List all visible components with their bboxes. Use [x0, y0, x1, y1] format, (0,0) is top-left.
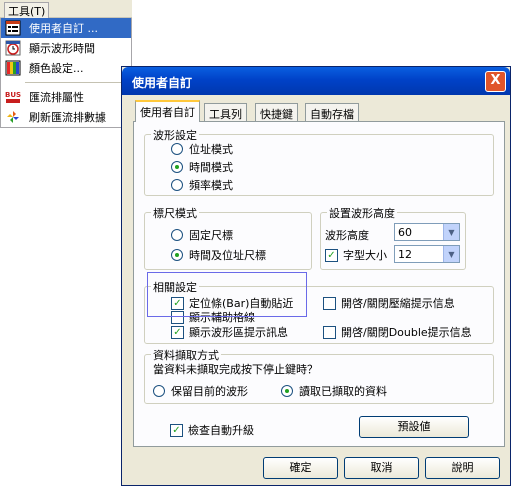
checkbox-box [323, 325, 336, 339]
menu-item-label: 顯示波形時間 [29, 42, 95, 55]
menu-item-label: 顏色設定... [29, 62, 84, 75]
help-button[interactable]: 說明 [425, 457, 500, 479]
ruler-group-title: 標尺模式 [151, 205, 199, 221]
menu-item-label: 匯流排屬性 [29, 91, 84, 104]
radio-dot [171, 179, 183, 191]
close-icon: X [490, 73, 501, 88]
defaults-button[interactable]: 預設値 [359, 416, 469, 438]
close-button[interactable]: X [485, 71, 506, 92]
font-size-select[interactable]: 12 ▼ [394, 245, 460, 263]
capture-group: 資料擷取方式 當資料未擷取完成按下停止鍵時？ 保留目前的波形 讀取已擷取的資料 [144, 347, 494, 404]
checkbox-box: ✓ [171, 325, 184, 339]
radio-dot [171, 143, 183, 155]
tools-menu: 使用者自訂 ... 顯示波形時間 顏色設定... BUS 匯流排屬性 刷新匯流排… [0, 18, 132, 128]
menu-separator [25, 82, 129, 83]
checkbox-label: 檢查自動升級 [188, 424, 254, 437]
height-select[interactable]: 60 ▼ [394, 223, 460, 241]
auto-upgrade-checkbox[interactable]: ✓ 檢查自動升級 [170, 422, 254, 438]
palette-icon [5, 60, 21, 76]
refresh-icon [7, 111, 19, 123]
checkbox-label: 開啓/關閉壓縮提示信息 [341, 297, 455, 310]
menu-item-customize[interactable]: 使用者自訂 ... [1, 18, 131, 38]
cancel-button[interactable]: 取消 [344, 457, 419, 479]
radio-frequency-mode[interactable]: 頻率模式 [171, 177, 233, 193]
menu-item-bus-properties[interactable]: BUS 匯流排屬性 [1, 87, 131, 107]
menu-item-label: 刷新匯流排數據 [29, 111, 106, 124]
radio-dot [153, 385, 165, 397]
dialog-titlebar[interactable]: 使用者自訂 X [122, 67, 510, 95]
chevron-down-icon[interactable]: ▼ [443, 246, 459, 262]
capture-question: 當資料未擷取完成按下停止鍵時？ [153, 363, 318, 376]
radio-label: 位址模式 [189, 143, 233, 156]
svg-text:BUS: BUS [5, 91, 21, 99]
radio-label: 頻率模式 [189, 179, 233, 192]
radio-label: 時間模式 [189, 161, 233, 174]
bus-icon: BUS [5, 91, 21, 103]
menu-item-refresh-bus[interactable]: 刷新匯流排數據 [1, 107, 131, 127]
tab-panel: 波形設定 位址模式 時間模式 頻率模式 標尺模式 固定尺標 時間及位址尺標 設置… [133, 121, 505, 447]
checkbox-box: ✓ [170, 423, 183, 437]
checkbox-label: 開啓/關閉Double提示信息 [341, 326, 472, 339]
double-hint-checkbox[interactable]: 開啓/關閉Double提示信息 [323, 324, 472, 340]
radio-label: 讀取已擷取的資料 [299, 385, 387, 398]
font-size-value: 12 [398, 247, 412, 261]
menu-item-label: 使用者自訂 ... [29, 22, 98, 35]
font-size-label: 字型大小 [343, 249, 387, 262]
radio-read-captured[interactable]: 讀取已擷取的資料 [281, 383, 387, 399]
tab-autosave[interactable]: 自動存檔 [305, 103, 359, 121]
radio-time-mode[interactable]: 時間模式 [171, 159, 233, 175]
radio-dot [171, 249, 183, 261]
chevron-down-icon[interactable]: ▼ [443, 224, 459, 240]
font-size-checkbox[interactable]: ✓ 字型大小 [325, 247, 387, 263]
radio-address-mode[interactable]: 位址模式 [171, 141, 233, 157]
menubar: 工具(T) [0, 0, 132, 20]
tab-customize[interactable]: 使用者自訂 [135, 100, 200, 122]
clock-icon [5, 40, 21, 56]
focus-highlight [147, 272, 307, 317]
menu-item-show-time[interactable]: 顯示波形時間 [1, 38, 131, 58]
radio-keep-waveform[interactable]: 保留目前的波形 [153, 383, 248, 399]
height-group: 設置波形高度 波形高度 60 ▼ ✓ 字型大小 12 ▼ [320, 205, 466, 270]
checkbox-label: 顯示波形區提示訊息 [189, 326, 288, 339]
ruler-group: 標尺模式 固定尺標 時間及位址尺標 [144, 205, 312, 270]
compress-hint-checkbox[interactable]: 開啓/關閉壓縮提示信息 [323, 295, 455, 311]
radio-time-address-ruler[interactable]: 時間及位址尺標 [171, 247, 266, 263]
radio-dot [171, 229, 183, 241]
ok-button[interactable]: 確定 [263, 457, 338, 479]
tab-shortcuts[interactable]: 快捷鍵 [255, 103, 298, 121]
radio-label: 時間及位址尺標 [189, 249, 266, 262]
height-value: 60 [398, 225, 412, 239]
customize-dialog: 使用者自訂 X 使用者自訂 工具列 快捷鍵 自動存檔 波形設定 位址模式 時間模… [121, 66, 511, 486]
height-group-title: 設置波形高度 [327, 205, 397, 221]
dialog-title: 使用者自訂 [132, 76, 193, 90]
waveform-group: 波形設定 位址模式 時間模式 頻率模式 [144, 127, 494, 196]
tab-toolbar[interactable]: 工具列 [204, 103, 247, 121]
radio-label: 保留目前的波形 [171, 385, 248, 398]
checkbox-box [323, 296, 336, 310]
customize-icon [5, 20, 21, 36]
checkbox-box: ✓ [325, 248, 338, 262]
radio-label: 固定尺標 [189, 229, 233, 242]
radio-fixed-ruler[interactable]: 固定尺標 [171, 227, 233, 243]
height-label: 波形高度 [325, 229, 369, 242]
radio-dot [171, 161, 183, 173]
radio-dot [281, 385, 293, 397]
waveform-hint-checkbox[interactable]: ✓ 顯示波形區提示訊息 [171, 324, 288, 340]
menu-item-color[interactable]: 顏色設定... [1, 58, 131, 78]
